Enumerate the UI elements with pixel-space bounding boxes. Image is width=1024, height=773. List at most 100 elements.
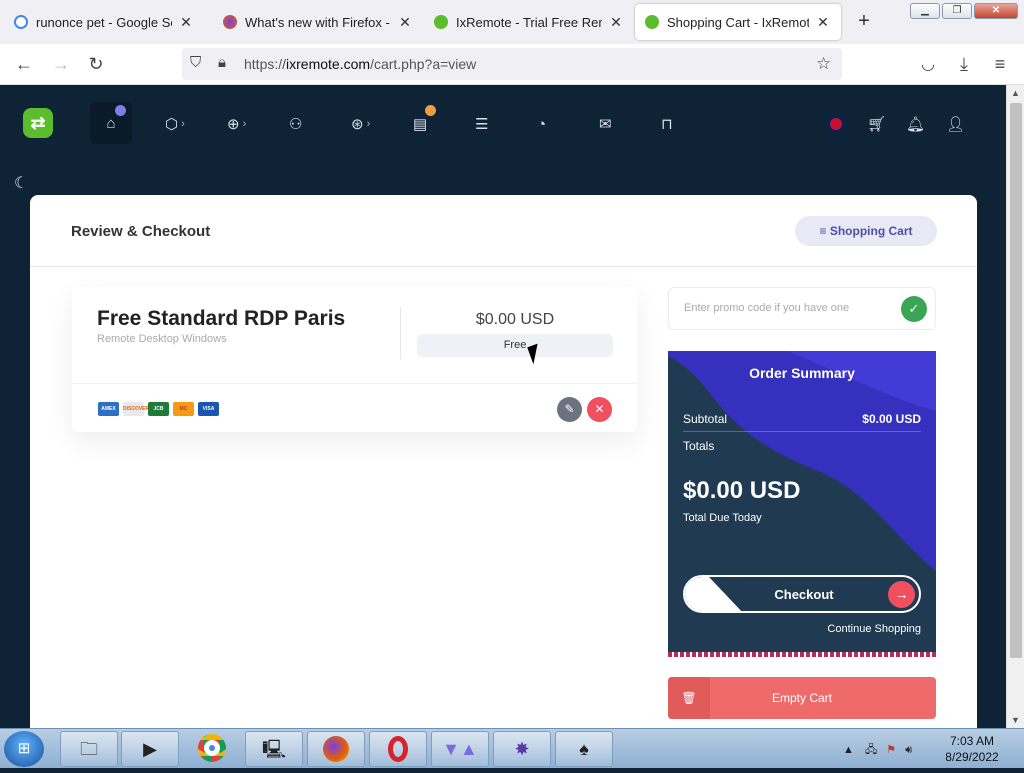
opera-icon bbox=[388, 736, 408, 762]
empty-cart-button[interactable]: 🗑︎ Empty Cart bbox=[668, 677, 936, 719]
services-menu[interactable]: ⬡ › bbox=[165, 111, 185, 137]
support-menu[interactable]: ⊛ › bbox=[351, 111, 370, 137]
checkout-card: Review & Checkout ≡ Shopping Cart Free S… bbox=[30, 195, 977, 728]
apply-promo-button[interactable]: ✓ bbox=[901, 296, 927, 322]
divider bbox=[400, 307, 401, 359]
close-tab-icon[interactable]: ✕ bbox=[397, 14, 413, 31]
bell-icon: 🔔︎ bbox=[906, 116, 926, 133]
box-icon: ⬡ bbox=[165, 116, 179, 133]
address-bar[interactable]: ⛉ 🔒︎ https://ixremote.com/cart.php?a=vie… bbox=[182, 48, 842, 80]
forward-arrow-icon[interactable]: → bbox=[50, 54, 72, 75]
system-clock[interactable]: 7:03 AM 8/29/2022 bbox=[940, 733, 1004, 765]
start-button[interactable]: ⊞ bbox=[4, 731, 44, 767]
close-tab-icon[interactable]: ✕ bbox=[178, 14, 194, 31]
edit-item-button[interactable]: ✎ bbox=[557, 397, 582, 422]
product-price: $0.00 USD bbox=[475, 311, 555, 328]
menu-icon[interactable]: ≡ bbox=[989, 54, 1011, 75]
tab-google-search[interactable]: runonce pet - Google Search ✕ bbox=[4, 4, 204, 40]
volume-icon[interactable]: 🔊︎ bbox=[905, 744, 912, 756]
mail-icon: ✉ bbox=[599, 116, 612, 133]
maximize-button[interactable]: ❐ bbox=[942, 3, 972, 19]
totals-label: Totals bbox=[683, 439, 715, 453]
check-icon: ✓ bbox=[908, 301, 920, 316]
account-link[interactable]: 👤︎ bbox=[946, 111, 965, 137]
back-arrow-icon[interactable]: ← bbox=[13, 54, 35, 75]
ixremote-logo[interactable]: ⇄ bbox=[23, 108, 53, 138]
media-player-taskbar-button[interactable]: ▶ bbox=[121, 731, 179, 767]
network-icon[interactable]: 🖧 bbox=[865, 744, 877, 756]
shield-icon[interactable]: ⛉ bbox=[190, 54, 201, 71]
remove-item-button[interactable]: ✕ bbox=[587, 397, 612, 422]
arrow-right-icon: → bbox=[888, 581, 915, 608]
scrollbar-thumb[interactable] bbox=[1010, 103, 1022, 658]
spy-app-icon: ♠ bbox=[579, 739, 589, 759]
reload-icon[interactable]: ↻ bbox=[85, 54, 107, 75]
moon-icon[interactable]: ☾ bbox=[14, 173, 28, 193]
affiliates-link[interactable]: ⚇ bbox=[289, 111, 302, 137]
cart-link[interactable]: 🛒︎ bbox=[867, 111, 886, 137]
checkout-button[interactable]: Checkout → bbox=[683, 575, 921, 613]
media-player-icon: ▶ bbox=[143, 739, 157, 759]
total-amount: $0.00 USD bbox=[683, 477, 801, 504]
servers-link[interactable]: ☰ bbox=[475, 111, 488, 137]
tab-shopping-cart[interactable]: Shopping Cart - IxRemote - T ✕ bbox=[635, 4, 841, 40]
scroll-down-icon[interactable]: ▼ bbox=[1011, 715, 1020, 725]
explorer-taskbar-button[interactable]: 🗀 bbox=[60, 731, 118, 767]
ixremote-favicon-icon bbox=[645, 15, 659, 29]
opera-taskbar-button[interactable] bbox=[369, 731, 427, 767]
language-selector[interactable] bbox=[828, 111, 844, 137]
tab-title: Shopping Cart - IxRemote - T bbox=[667, 14, 809, 30]
billing-cycle: Free bbox=[417, 334, 613, 357]
tab-firefox-news[interactable]: What's new with Firefox - Mo ✕ bbox=[213, 4, 423, 40]
show-hidden-icons[interactable]: ▲ bbox=[843, 744, 854, 756]
action-center-flag-icon[interactable]: ⚑ bbox=[886, 744, 896, 756]
close-tab-icon[interactable]: ✕ bbox=[608, 14, 624, 31]
promo-code-field[interactable]: Enter promo code if you have one ✓ bbox=[668, 287, 936, 330]
new-tab-button[interactable]: + bbox=[854, 10, 874, 33]
order-summary-panel: Order Summary Subtotal $0.00 USD Totals … bbox=[668, 351, 936, 657]
scroll-up-icon[interactable]: ▲ bbox=[1011, 88, 1020, 98]
invoices-link[interactable]: ▤ bbox=[413, 105, 436, 137]
empty-cart-label: Empty Cart bbox=[771, 691, 832, 705]
firefox-taskbar-button[interactable] bbox=[307, 731, 365, 767]
app-taskbar-button[interactable]: ♠ bbox=[555, 731, 613, 767]
payment-methods: AMEX DISCOVER JCB MC VISA bbox=[98, 402, 219, 416]
bookmark-star-icon[interactable]: ☆ bbox=[816, 54, 831, 74]
close-window-button[interactable]: ✕ bbox=[974, 3, 1018, 19]
security-link[interactable]: ⊓ bbox=[661, 111, 673, 137]
divider bbox=[683, 431, 921, 432]
shopping-cart-button[interactable]: ≡ Shopping Cart bbox=[795, 216, 937, 246]
subtotal-label: Subtotal bbox=[683, 412, 728, 426]
chrome-taskbar-button[interactable] bbox=[183, 731, 241, 767]
remote-desktop-taskbar-button[interactable]: 🖳 bbox=[245, 731, 303, 767]
app-taskbar-button[interactable]: ▼▲ bbox=[431, 731, 489, 767]
card-header: Review & Checkout ≡ Shopping Cart bbox=[30, 195, 977, 267]
download-icon[interactable]: ⤓ bbox=[953, 54, 975, 75]
continue-shopping-link[interactable]: Continue Shopping bbox=[827, 623, 921, 635]
product-name: Free Standard RDP Paris bbox=[97, 307, 346, 330]
lock-icon[interactable]: 🔒︎ bbox=[218, 54, 226, 71]
subtotal-value: $0.00 USD bbox=[862, 412, 921, 426]
page-content: ⇄ ⌂ ⬡ › ⊕ › ⚇ ⊛ › ▤ ☰ ◔ ✉ ⊓ 🛒︎ 🔔︎ 👤︎ ☾ Revi… bbox=[0, 85, 1006, 728]
messages-link[interactable]: ✉ bbox=[599, 111, 612, 137]
trash-icon: 🗑︎ bbox=[668, 677, 710, 719]
app-taskbar-button[interactable]: ✸ bbox=[493, 731, 551, 767]
notification-dot bbox=[115, 105, 126, 116]
notifications-link[interactable]: 🔔︎ bbox=[906, 111, 925, 137]
clock-date: 8/29/2022 bbox=[945, 750, 999, 764]
remote-desktop-icon: 🖳 bbox=[261, 739, 286, 759]
home-icon[interactable]: ⌂ bbox=[90, 102, 132, 144]
system-tray: ▲ 🖧 ⚑ 🔊︎ bbox=[843, 741, 912, 760]
tab-ixremote-trial[interactable]: IxRemote - Trial Free Remote ✕ bbox=[424, 4, 634, 40]
domains-menu[interactable]: ⊕ › bbox=[227, 111, 246, 137]
minimize-button[interactable]: ▁ bbox=[910, 3, 940, 19]
shopping-cart-label: Shopping Cart bbox=[829, 224, 913, 238]
window-controls: ▁ ❐ ✕ bbox=[910, 3, 1018, 19]
site-top-nav: ⇄ ⌂ ⬡ › ⊕ › ⚇ ⊛ › ▤ ☰ ◔ ✉ ⊓ 🛒︎ 🔔︎ 👤︎ bbox=[0, 85, 1006, 165]
user-icon: 👤︎ bbox=[946, 116, 966, 133]
chart-icon: ◔ bbox=[537, 115, 547, 133]
pocket-icon[interactable]: ◡ bbox=[917, 54, 939, 74]
reports-link[interactable]: ◔ bbox=[537, 111, 546, 137]
page-scrollbar[interactable]: ▲ ▼ bbox=[1006, 85, 1024, 728]
close-tab-icon[interactable]: ✕ bbox=[815, 14, 831, 31]
